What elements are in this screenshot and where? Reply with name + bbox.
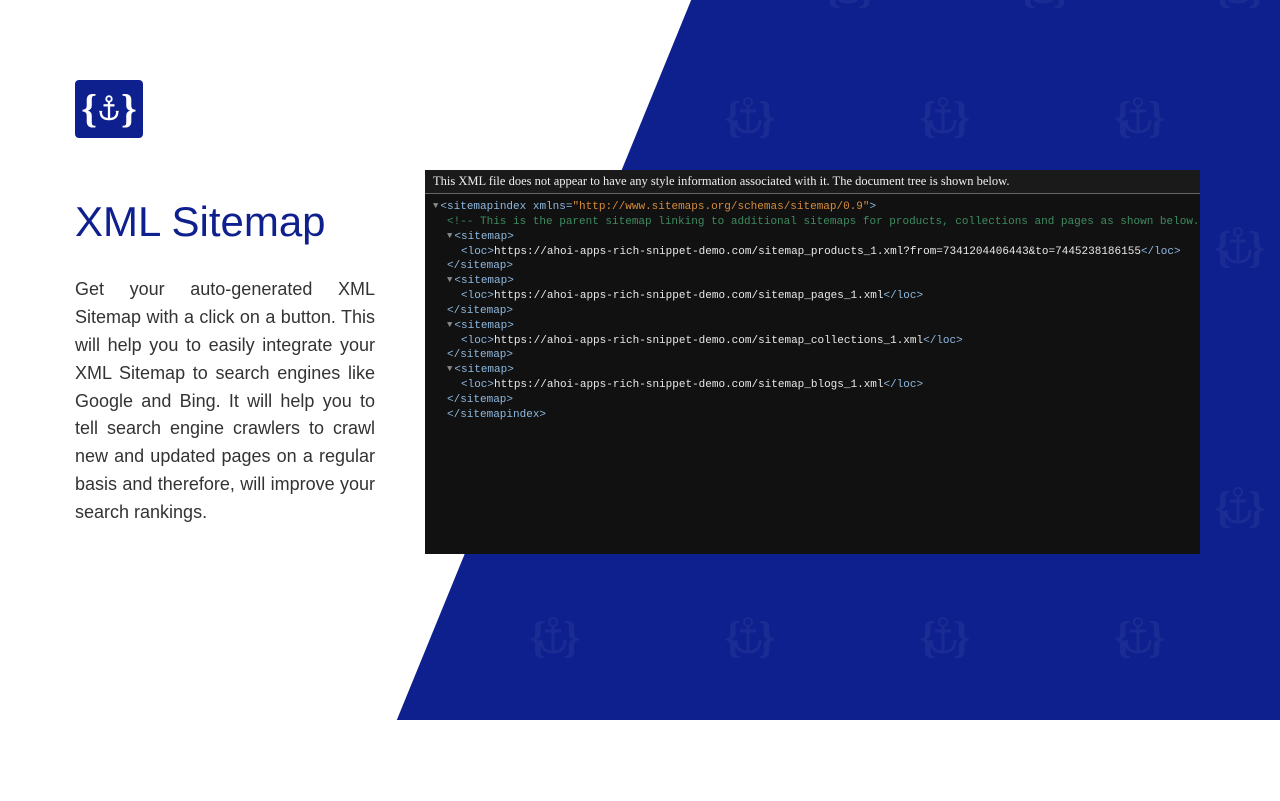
terminal-body: ▼<sitemapindex xmlns="http://www.sitemap… [425,194,1200,429]
terminal-header: This XML file does not appear to have an… [425,170,1200,194]
pattern-anchor-icon: {} [1015,740,1071,796]
svg-text:{: { [434,743,451,792]
pattern-anchor-icon: {} [1210,740,1266,796]
brand-logo: { } [75,80,143,138]
page-title: XML Sitemap [75,198,375,246]
content-block: XML Sitemap Get your auto-generated XML … [75,198,375,527]
brace-left-icon: { [81,89,97,129]
pattern-anchor-icon: {} [625,740,681,796]
pattern-anchor-icon: {} [820,740,876,796]
svg-text:}: } [468,743,485,792]
svg-text:}: } [858,743,875,792]
svg-text:{: { [629,743,646,792]
svg-text:{: { [1019,743,1036,792]
svg-text:}: } [663,743,680,792]
page-description: Get your auto-generated XML Sitemap with… [75,276,375,527]
svg-text:{: { [1214,743,1231,792]
svg-text:{: { [824,743,841,792]
svg-text:}: } [1053,743,1070,792]
anchor-icon [98,95,120,123]
svg-text:}: } [1248,743,1265,792]
pattern-anchor-icon: {} [430,740,486,796]
xml-terminal: This XML file does not appear to have an… [425,170,1200,554]
brace-right-icon: } [121,89,137,129]
